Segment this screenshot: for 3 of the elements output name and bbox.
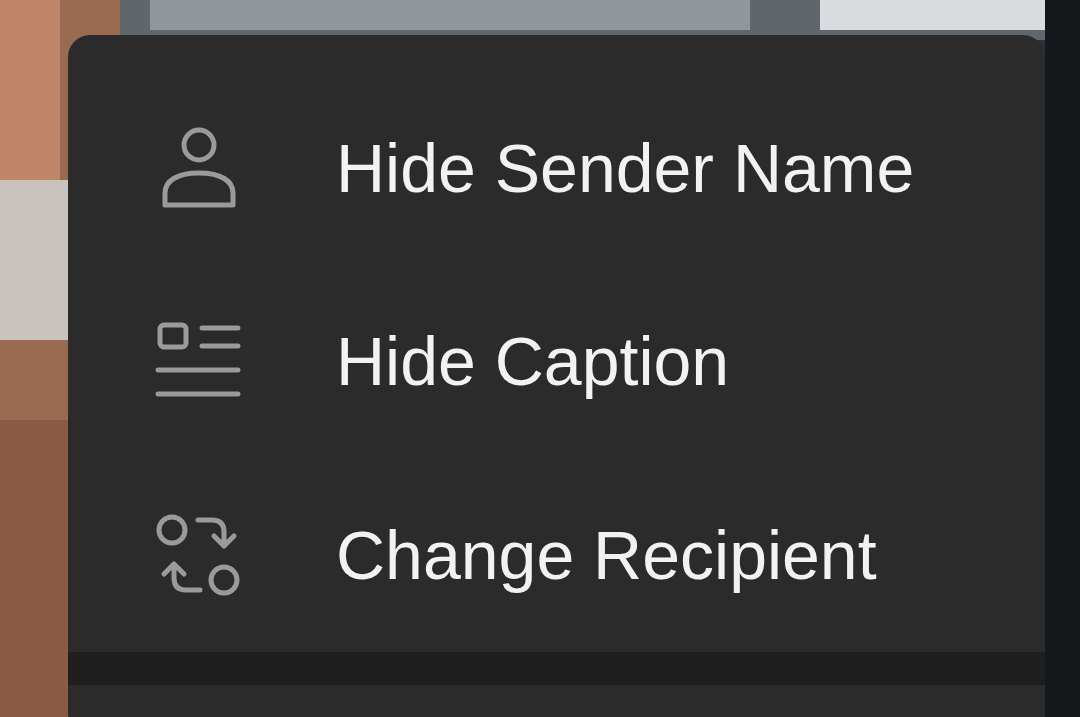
menu-item[interactable]: Change Recipient	[68, 458, 1045, 652]
menu-item[interactable]: Hide Caption	[68, 264, 1045, 459]
menu-item[interactable]: Hide Sender Name	[68, 71, 1045, 265]
